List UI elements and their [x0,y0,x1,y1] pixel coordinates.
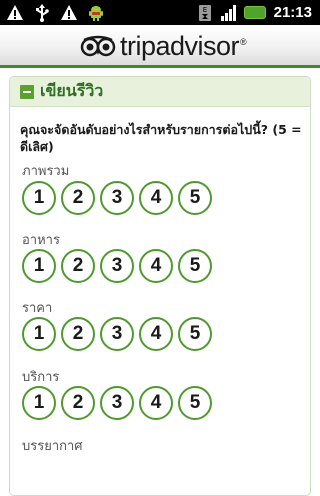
signal-icon [220,4,236,21]
rate-2-button[interactable]: 2 [61,317,95,351]
rate-5-button[interactable]: 5 [178,181,212,215]
rate-1-button[interactable]: 1 [22,317,56,351]
rate-5-button[interactable]: 5 [178,249,212,283]
system-icons: E 21:13 [196,3,312,22]
rating-row-service: 1 2 3 4 5 [22,386,212,420]
rate-4-button[interactable]: 4 [139,386,173,420]
category-label-service: บริการ [22,370,60,385]
section-header[interactable]: เขียนรีวิว [10,77,310,107]
category-label-food: อาหาร [22,233,60,248]
android-icon [89,5,103,21]
rate-3-button[interactable]: 3 [100,317,134,351]
warning-icon [7,4,23,20]
rate-4-button[interactable]: 4 [139,181,173,215]
rating-row-food: 1 2 3 4 5 [22,249,212,283]
rate-2-button[interactable]: 2 [61,386,95,420]
rate-3-button[interactable]: 3 [100,249,134,283]
rate-5-button[interactable]: 5 [178,317,212,351]
section-title: เขียนรีวิว [40,81,104,100]
rating-question: คุณจะจัดอันดับอย่างไรสำหรับรายการต่อไปนี… [20,122,302,154]
tripadvisor-logo: tripadvisor® [80,30,247,61]
category-label-price: ราคา [22,301,53,316]
collapse-icon[interactable] [20,84,34,99]
rate-5-button[interactable]: 5 [178,386,212,420]
rating-row-overall: 1 2 3 4 5 [22,181,212,215]
category-label-atmosphere: บรรยากาศ [22,439,83,454]
usb-icon [36,3,49,22]
rate-1-button[interactable]: 1 [22,386,56,420]
svg-text:E: E [202,6,206,14]
status-bar: E 21:13 [0,0,320,25]
notification-icons [6,3,105,22]
rate-1-button[interactable]: 1 [22,181,56,215]
rate-1-button[interactable]: 1 [22,249,56,283]
app-header: tripadvisor® [0,25,320,68]
rating-row-price: 1 2 3 4 5 [22,317,212,351]
rate-4-button[interactable]: 4 [139,317,173,351]
battery-icon [243,6,266,19]
data-transfer-icon: E [198,4,211,21]
rate-4-button[interactable]: 4 [139,249,173,283]
rate-2-button[interactable]: 2 [61,181,95,215]
logo-text: tripadvisor® [120,30,247,61]
category-label-overall: ภาพรวม [22,164,70,179]
clock: 21:13 [273,4,312,21]
rate-3-button[interactable]: 3 [100,386,134,420]
rate-3-button[interactable]: 3 [100,181,134,215]
owl-logo-icon [80,35,116,57]
rate-2-button[interactable]: 2 [61,249,95,283]
warning-icon [61,4,77,20]
review-card: เขียนรีวิว คุณจะจัดอันดับอย่างไรสำหรับรา… [9,76,311,496]
